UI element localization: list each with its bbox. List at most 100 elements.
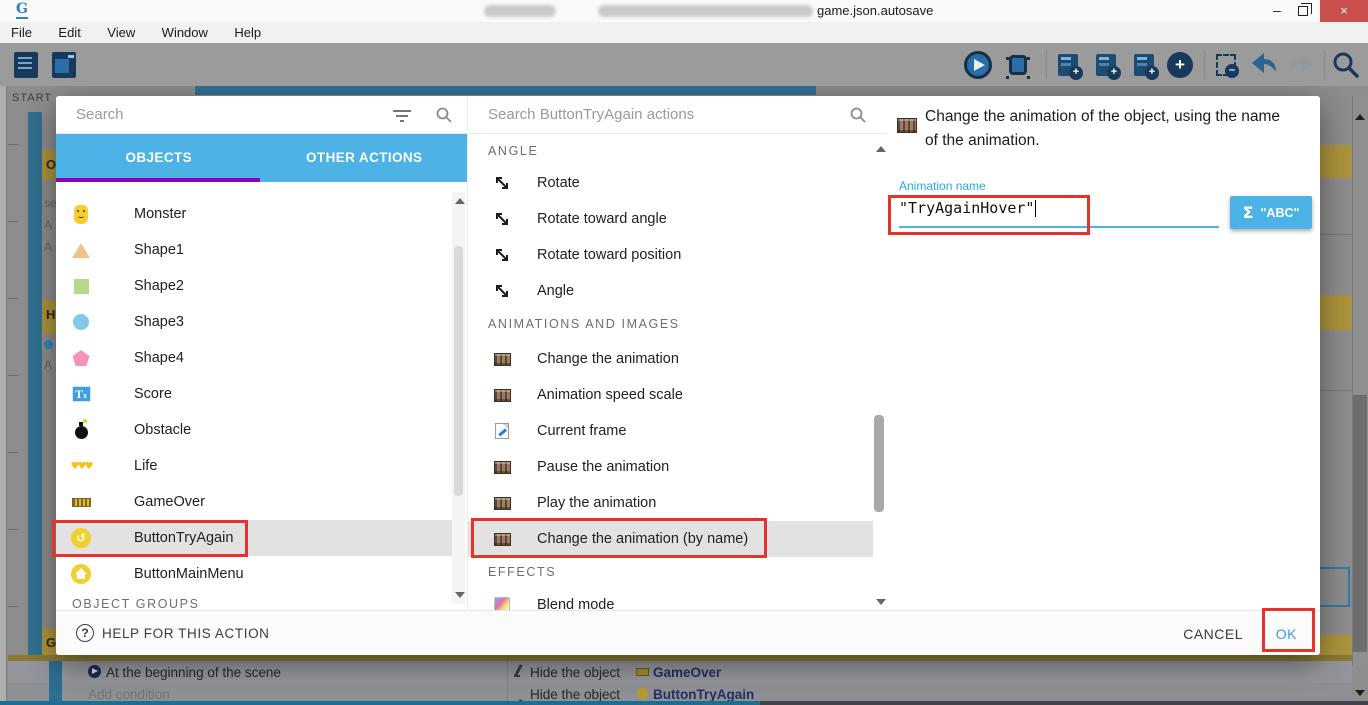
action-list-scrollbar-thumb[interactable]: [874, 415, 884, 512]
big-plus-glyph: +: [1167, 52, 1193, 78]
object-row-buttonmainmenu[interactable]: ButtonMainMenu: [56, 556, 452, 592]
object-row-buttontryagain-selected[interactable]: ButtonTryAgain: [56, 520, 452, 556]
monster-icon: [70, 203, 92, 225]
project-manager-icon[interactable]: [10, 49, 42, 80]
object-list-scrollbar-thumb[interactable]: [454, 246, 463, 496]
add-comment-icon[interactable]: +: [1090, 49, 1122, 80]
event-header-fragment: [1320, 635, 1352, 657]
object-row-shape2[interactable]: Shape2: [56, 268, 452, 304]
menu-view[interactable]: View: [96, 22, 146, 43]
action-object-name[interactable]: ButtonTryAgain: [653, 687, 754, 702]
film-strip-icon: [491, 530, 513, 548]
object-row-score[interactable]: Score: [56, 376, 452, 412]
action-row-change-animation[interactable]: Change the animation: [468, 341, 873, 377]
scroll-down-arrow[interactable]: [1355, 690, 1365, 696]
object-tabs: OBJECTS OTHER ACTIONS: [56, 134, 467, 182]
menu-window[interactable]: Window: [151, 22, 219, 43]
ruler-ticks: [8, 86, 19, 705]
cancel-button[interactable]: CANCEL: [1183, 626, 1243, 642]
scroll-up-arrow[interactable]: [876, 146, 886, 152]
action-search-bar[interactable]: Search ButtonTryAgain actions: [468, 96, 886, 134]
preview-play-icon[interactable]: [962, 49, 994, 80]
frame-page-icon: [491, 422, 513, 440]
redo-icon[interactable]: [1286, 49, 1318, 80]
object-row-obstacle[interactable]: Obstacle: [56, 412, 452, 448]
action-row-rotate-toward-position[interactable]: Rotate toward position: [468, 237, 873, 273]
add-subevent-icon[interactable]: +: [1128, 49, 1160, 80]
add-subevent-glyph: +: [1134, 54, 1154, 76]
event-separator: [1320, 234, 1352, 235]
help-for-this-action-link[interactable]: HELP FOR THIS ACTION: [102, 626, 270, 641]
rotate-icon: [491, 246, 513, 264]
action-label: Rotate toward position: [537, 247, 681, 263]
object-row-shape3[interactable]: Shape3: [56, 304, 452, 340]
triangle-icon: [70, 239, 92, 261]
object-search-bar[interactable]: Search: [56, 96, 467, 134]
condition-text[interactable]: At the beginning of the scene: [106, 665, 281, 680]
action-label: Angle: [537, 283, 574, 299]
menu-edit[interactable]: Edit: [47, 22, 91, 43]
action-search-placeholder: Search ButtonTryAgain actions: [488, 96, 694, 134]
expression-editor-button[interactable]: Σ "ABC": [1230, 196, 1312, 229]
event-header-fragment: [1320, 145, 1352, 178]
object-row-monster[interactable]: Monster: [56, 196, 452, 232]
scene-editor-icon[interactable]: [48, 49, 80, 80]
pentagon-icon: [70, 347, 92, 369]
magnifier-glyph: [1331, 50, 1361, 80]
active-tab-strip: [195, 86, 816, 95]
action-label: Animation speed scale: [537, 387, 683, 403]
search-icon[interactable]: [436, 107, 452, 123]
action-row-rotate-toward-angle[interactable]: Rotate toward angle: [468, 201, 873, 237]
window-title: game.json.autosave: [817, 3, 933, 18]
add-condition-link[interactable]: Add condition: [88, 687, 170, 702]
bug-glyph: [1009, 55, 1027, 75]
scene-editor-glyph: [52, 52, 76, 78]
object-row-life[interactable]: Life: [56, 448, 452, 484]
filter-icon[interactable]: [392, 109, 412, 123]
object-row-shape1[interactable]: Shape1: [56, 232, 452, 268]
close-button[interactable]: ×: [1320, 0, 1368, 22]
event-header-fragment: G: [42, 628, 56, 656]
tab-objects[interactable]: OBJECTS: [56, 134, 262, 182]
minus-badge: –: [1225, 64, 1239, 78]
action-row-rotate[interactable]: Rotate: [468, 165, 873, 201]
search-icon[interactable]: [1330, 49, 1362, 80]
add-other-event-icon[interactable]: +: [1164, 49, 1196, 80]
dialog-footer: ? HELP FOR THIS ACTION CANCEL OK: [56, 610, 1320, 655]
scroll-down-arrow[interactable]: [876, 599, 886, 605]
menu-file[interactable]: File: [0, 22, 43, 43]
action-row-current-frame[interactable]: Current frame: [468, 413, 873, 449]
search-icon[interactable]: [850, 107, 866, 123]
menu-help[interactable]: Help: [223, 22, 272, 43]
event-indent-bar: [49, 661, 62, 705]
ok-button[interactable]: OK: [1276, 626, 1297, 642]
minimize-button[interactable]: –: [1262, 0, 1292, 22]
tab-other-actions[interactable]: OTHER ACTIONS: [262, 134, 468, 182]
undo-icon[interactable]: [1248, 49, 1280, 80]
action-text[interactable]: Hide the object: [530, 687, 620, 702]
scene-tab-start[interactable]: START: [12, 92, 52, 104]
remove-event-icon[interactable]: –: [1210, 49, 1242, 80]
object-row-gameover[interactable]: GameOver: [56, 484, 452, 520]
action-row-angle[interactable]: Angle: [468, 273, 873, 309]
object-row-shape4[interactable]: Shape4: [56, 340, 452, 376]
action-text[interactable]: Hide the object: [530, 665, 620, 680]
action-row-change-animation-by-name-selected[interactable]: Change the animation (by name): [468, 521, 873, 557]
buttontryagain-mini-icon: [637, 688, 648, 699]
toolbar-separator: [1204, 50, 1205, 79]
add-event-icon[interactable]: +: [1052, 49, 1084, 80]
rotate-icon: [491, 210, 513, 228]
action-row-animation-speed[interactable]: Animation speed scale: [468, 377, 873, 413]
event-header-fragment: H: [42, 300, 56, 334]
scroll-up-arrow[interactable]: [455, 198, 465, 204]
animation-name-input[interactable]: "TryAgainHover": [899, 199, 1036, 218]
events-scrollbar-thumb[interactable]: [1353, 395, 1367, 652]
restore-button[interactable]: [1298, 6, 1308, 16]
action-row-play-animation[interactable]: Play the animation: [468, 485, 873, 521]
debug-bug-icon[interactable]: [1002, 49, 1034, 80]
action-description: Change the animation of the object, usin…: [925, 105, 1281, 153]
scroll-up-arrow[interactable]: [1355, 114, 1365, 120]
scroll-down-arrow[interactable]: [455, 592, 465, 598]
action-row-pause-animation[interactable]: Pause the animation: [468, 449, 873, 485]
action-object-name[interactable]: GameOver: [653, 665, 721, 680]
